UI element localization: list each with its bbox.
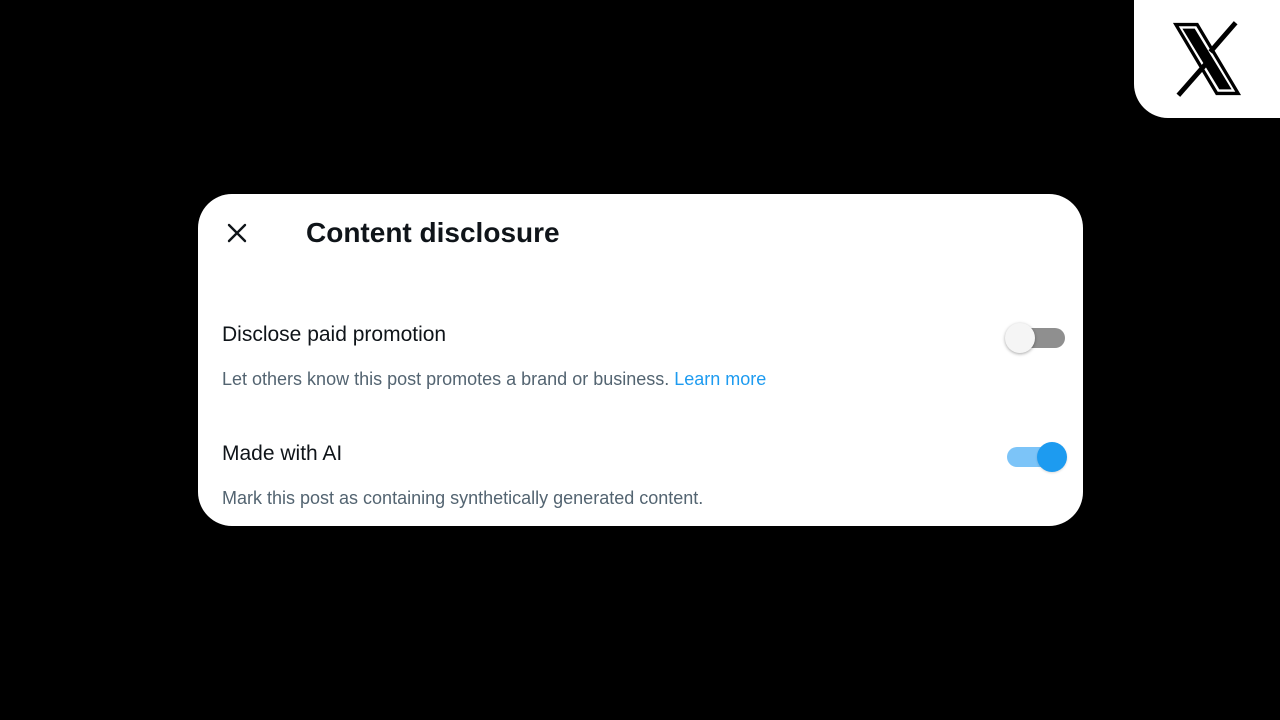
paid-promotion-toggle[interactable] (1005, 321, 1067, 355)
setting-description-text: Let others know this post promotes a bra… (222, 369, 670, 389)
close-button[interactable] (220, 216, 254, 250)
x-logo-badge (1134, 0, 1280, 118)
dialog-title: Content disclosure (306, 217, 560, 248)
setting-label: Disclose paid promotion (222, 323, 447, 346)
learn-more-link[interactable]: Learn more (674, 369, 766, 389)
toggle-knob (1037, 442, 1067, 472)
toggle-knob (1005, 323, 1035, 353)
x-logo-icon (1166, 18, 1248, 100)
setting-description: Let others know this post promotes a bra… (222, 366, 766, 392)
dialog-header: Content disclosure (198, 194, 1083, 274)
setting-label: Made with AI (222, 442, 343, 465)
setting-description: Mark this post as containing synthetical… (222, 485, 703, 511)
close-icon (226, 222, 248, 244)
stage: Content disclosure Disclose paid promoti… (0, 0, 1280, 720)
made-with-ai-toggle[interactable] (1005, 440, 1067, 474)
setting-description-text: Mark this post as containing synthetical… (222, 488, 704, 508)
content-disclosure-dialog: Content disclosure Disclose paid promoti… (198, 194, 1083, 526)
